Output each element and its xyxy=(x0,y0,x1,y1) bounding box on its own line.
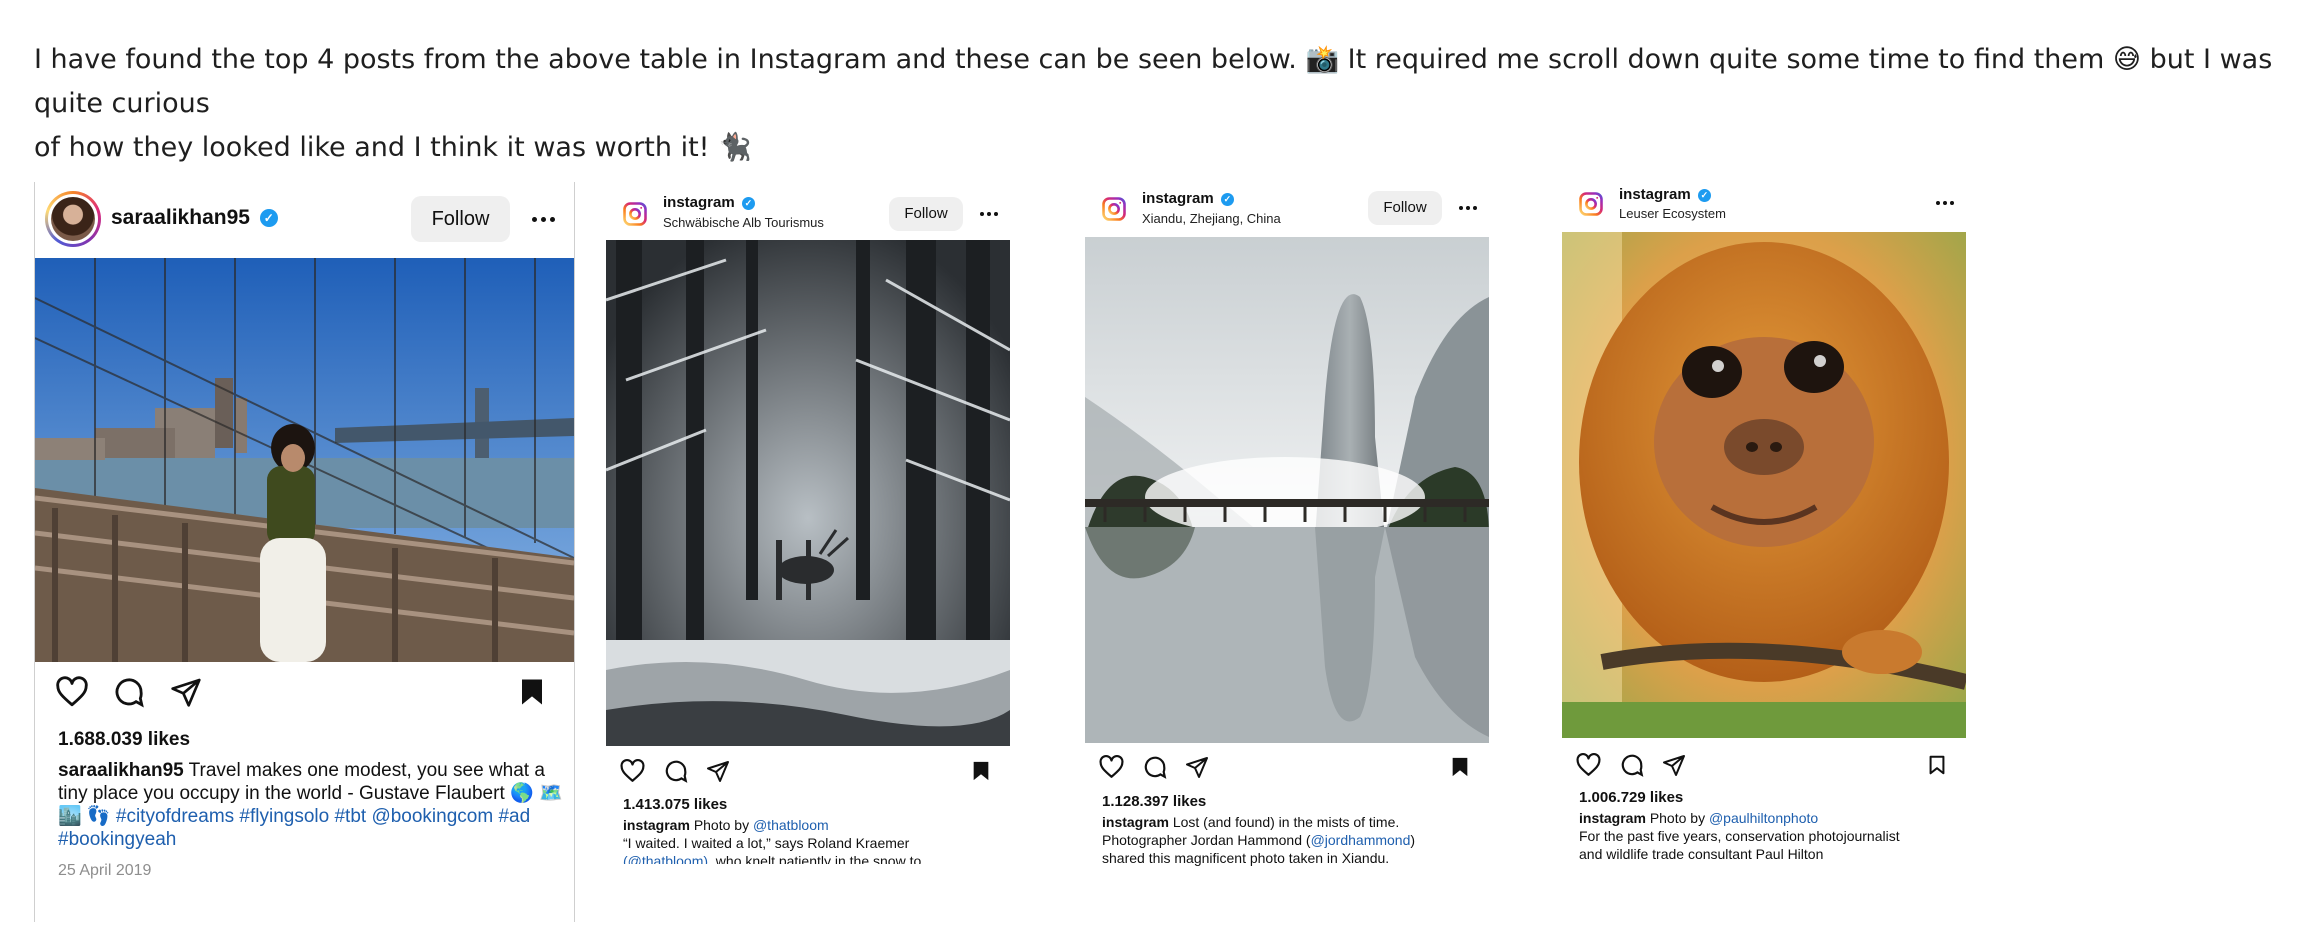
follow-button[interactable]: Follow xyxy=(1368,191,1442,225)
post-actions xyxy=(606,756,1010,786)
username[interactable]: instagram ✓ xyxy=(1142,190,1234,207)
bookmark-icon[interactable] xyxy=(1449,754,1471,780)
verified-badge-icon: ✓ xyxy=(1697,188,1711,202)
follow-button[interactable]: Follow xyxy=(889,197,963,231)
location-label[interactable]: Xiandu, Zhejiang, China xyxy=(1142,211,1281,226)
bookmark-icon[interactable] xyxy=(517,675,547,709)
caption-line-2: “I waited. I waited a lot,” says Roland … xyxy=(623,835,910,851)
post-photo[interactable] xyxy=(1085,237,1489,743)
caption-text: Photo by xyxy=(1649,810,1706,826)
caption-username[interactable]: saraalikhan95 xyxy=(58,760,184,781)
instagram-logo-icon xyxy=(620,199,650,229)
comment-icon[interactable] xyxy=(663,758,689,784)
likes-count: 1.128.397 likes xyxy=(1102,793,1207,810)
location-label[interactable]: Leuser Ecosystem xyxy=(1619,206,1726,221)
caption-mention[interactable]: @paulhiltonphoto xyxy=(1709,810,1818,826)
instagram-post-4: instagram ✓ Leuser Ecosystem 1.006.729 l… xyxy=(1562,182,1966,866)
intro-line-1: I have found the top 4 posts from the ab… xyxy=(34,44,2273,119)
bookmark-icon[interactable] xyxy=(970,758,992,784)
instagram-logo-icon xyxy=(1099,194,1129,224)
post-photo[interactable] xyxy=(1562,232,1966,738)
follow-button[interactable]: Follow xyxy=(411,196,510,242)
caption-username[interactable]: instagram xyxy=(1579,810,1646,826)
location-label[interactable]: Schwäbische Alb Tourismus xyxy=(663,215,824,230)
verified-badge-icon: ✓ xyxy=(1220,192,1234,206)
post-caption: instagram Photo by @thatbloom “I waited.… xyxy=(623,816,1003,864)
heart-icon[interactable] xyxy=(619,758,646,784)
post-actions xyxy=(35,672,574,712)
username[interactable]: instagram ✓ xyxy=(663,194,755,211)
post-actions xyxy=(1562,750,1966,780)
post-header: instagram ✓ Schwäbische Alb Tourismus Fo… xyxy=(606,182,1010,240)
avatar[interactable] xyxy=(45,191,101,247)
post-caption: instagram Lost (and found) in the mists … xyxy=(1102,813,1482,866)
likes-count: 1.006.729 likes xyxy=(1579,789,1684,806)
comment-icon[interactable] xyxy=(112,675,146,709)
caption-mention[interactable]: @jordhammond xyxy=(1311,832,1411,848)
share-icon[interactable] xyxy=(705,759,731,783)
caption-text: Photo by xyxy=(693,817,750,833)
share-icon[interactable] xyxy=(1184,755,1210,779)
likes-count: 1.413.075 likes xyxy=(623,796,728,813)
heart-icon[interactable] xyxy=(1098,754,1125,780)
more-options-icon[interactable] xyxy=(1936,201,1954,205)
caption-mention[interactable]: @thatbloom xyxy=(753,817,829,833)
post-header: instagram ✓ Xiandu, Zhejiang, China Foll… xyxy=(1085,182,1489,238)
post-caption: saraalikhan95 Travel makes one modest, y… xyxy=(58,759,563,851)
bookmark-icon[interactable] xyxy=(1926,752,1948,778)
post-photo[interactable] xyxy=(35,258,574,662)
more-options-icon[interactable] xyxy=(980,212,998,216)
heart-icon[interactable] xyxy=(54,675,90,709)
post-header: saraalikhan95 ✓ Follow xyxy=(35,182,574,257)
intro-text: I have found the top 4 posts from the ab… xyxy=(34,38,2284,170)
post-header: instagram ✓ Leuser Ecosystem xyxy=(1562,182,1966,232)
comment-icon[interactable] xyxy=(1619,752,1645,778)
instagram-post-1: saraalikhan95 ✓ Follow 1.688.039 likes s… xyxy=(34,182,575,922)
post-date: 25 April 2019 xyxy=(58,862,152,879)
instagram-logo-icon xyxy=(1576,189,1606,219)
caption-username[interactable]: instagram xyxy=(623,817,690,833)
caption-text: , who knelt patiently in the snow to xyxy=(708,853,922,864)
post-caption: instagram Photo by @paulhiltonphoto For … xyxy=(1579,809,1959,863)
caption-text: Photographer Jordan Hammond ( xyxy=(1102,832,1311,848)
more-options-icon[interactable] xyxy=(532,217,555,222)
verified-badge-icon: ✓ xyxy=(741,196,755,210)
caption-hashtags[interactable]: #cityofdreams #flyingsolo #tbt @bookingc… xyxy=(58,806,530,850)
caption-line-3: and wildlife trade consultant Paul Hilto… xyxy=(1579,846,1824,862)
instagram-post-2: instagram ✓ Schwäbische Alb Tourismus Fo… xyxy=(606,182,1010,866)
username-text[interactable]: instagram xyxy=(663,194,735,211)
instagram-post-3: instagram ✓ Xiandu, Zhejiang, China Foll… xyxy=(1085,182,1489,866)
username-text[interactable]: instagram xyxy=(1142,190,1214,207)
likes-count: 1.688.039 likes xyxy=(58,729,191,750)
post-actions xyxy=(1085,752,1489,782)
caption-line-3: shared this magnificent photo taken in X… xyxy=(1102,850,1390,866)
verified-badge-icon: ✓ xyxy=(259,209,278,228)
intro-line-2: of how they looked like and I think it w… xyxy=(34,132,752,163)
post-photo[interactable] xyxy=(606,240,1010,746)
caption-mention[interactable]: (@thatbloom) xyxy=(623,853,708,864)
share-icon[interactable] xyxy=(169,676,203,708)
share-icon[interactable] xyxy=(1661,753,1687,777)
comment-icon[interactable] xyxy=(1142,754,1168,780)
username[interactable]: saraalikhan95 ✓ xyxy=(111,206,278,230)
caption-line-2: For the past five years, conservation ph… xyxy=(1579,828,1900,844)
username-text[interactable]: instagram xyxy=(1619,186,1691,203)
caption-text: ) xyxy=(1410,832,1416,848)
caption-text: Lost (and found) in the mists of time. xyxy=(1172,814,1400,830)
username-text[interactable]: saraalikhan95 xyxy=(111,206,250,229)
more-options-icon[interactable] xyxy=(1459,206,1477,210)
username[interactable]: instagram ✓ xyxy=(1619,186,1711,203)
heart-icon[interactable] xyxy=(1575,752,1602,778)
caption-username[interactable]: instagram xyxy=(1102,814,1169,830)
